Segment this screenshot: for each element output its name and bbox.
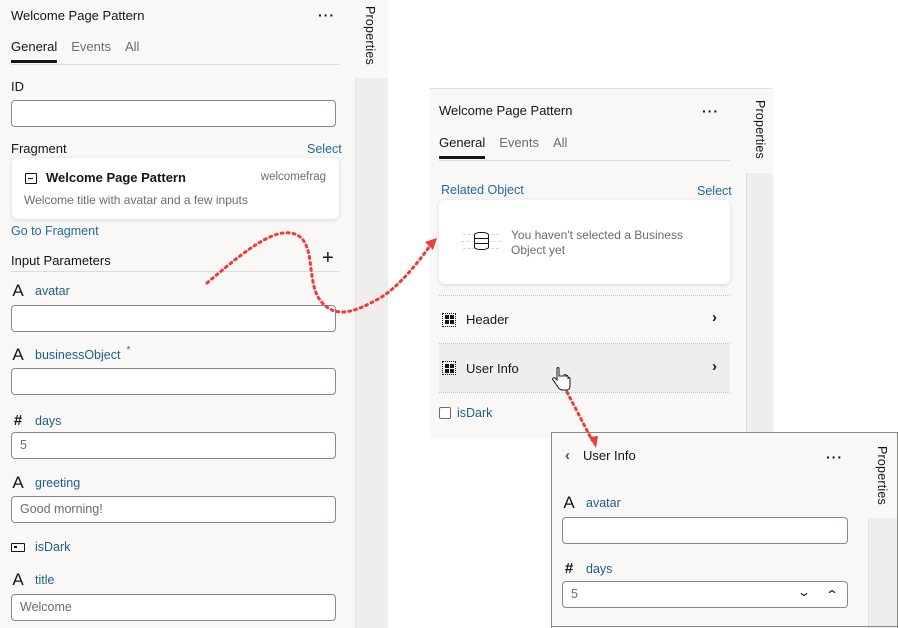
param-greeting-label: A greeting bbox=[12, 473, 81, 492]
container-icon bbox=[442, 312, 456, 327]
text-type-icon: A bbox=[12, 570, 24, 589]
text-type-icon: A bbox=[12, 473, 24, 492]
boolean-type-icon bbox=[11, 542, 25, 552]
database-icon bbox=[461, 224, 501, 260]
related-object-label: Related Object bbox=[441, 183, 524, 197]
detail-bottom-border bbox=[551, 626, 898, 627]
tab-general[interactable]: General bbox=[11, 39, 58, 63]
tab-events[interactable]: Events bbox=[71, 39, 111, 63]
number-type-icon: # bbox=[564, 560, 574, 577]
container-icon bbox=[442, 361, 456, 375]
tab-divider bbox=[439, 160, 730, 161]
param-businessobject-label: A businessObject * bbox=[12, 344, 131, 364]
empty-message: You haven't selected a Business Object y… bbox=[511, 228, 683, 257]
chevron-right-icon[interactable]: › bbox=[712, 358, 717, 375]
section-user-info[interactable]: User Info bbox=[439, 344, 730, 392]
more-options-icon[interactable]: ··· bbox=[702, 104, 719, 118]
input-parameters-label: Input Parameters bbox=[11, 253, 111, 268]
detail-title: User Info bbox=[583, 448, 636, 463]
param-isdark-label[interactable]: isDark bbox=[11, 540, 70, 554]
section-header[interactable]: Header bbox=[439, 296, 730, 343]
related-object-select-link[interactable]: Select bbox=[697, 184, 732, 198]
text-type-icon: A bbox=[12, 281, 24, 300]
text-type-icon: A bbox=[563, 493, 575, 512]
required-marker: * bbox=[126, 344, 131, 356]
section-divider bbox=[439, 392, 730, 393]
tab-events[interactable]: Events bbox=[499, 135, 539, 159]
text-type-icon: A bbox=[12, 345, 24, 364]
properties-side-tab[interactable]: Properties bbox=[875, 446, 889, 505]
left-tabs: General Events All bbox=[11, 39, 139, 63]
tab-general[interactable]: General bbox=[439, 135, 486, 159]
more-options-icon[interactable]: ··· bbox=[826, 450, 843, 464]
fragment-card[interactable]: Welcome Page Pattern welcomefrag Welcome… bbox=[12, 158, 339, 219]
checkbox[interactable] bbox=[439, 407, 451, 419]
detail-avatar-input[interactable] bbox=[562, 517, 848, 544]
input-parameters-divider bbox=[11, 271, 340, 272]
increment-icon[interactable]: ⌃ bbox=[825, 588, 839, 602]
detail-side-track bbox=[868, 518, 897, 628]
properties-side-tab[interactable]: Properties bbox=[363, 6, 377, 65]
left-side-track bbox=[355, 78, 388, 628]
param-title-label: A title bbox=[12, 570, 55, 589]
fragment-label: Fragment bbox=[11, 141, 67, 156]
fragment-id: welcomefrag bbox=[260, 171, 326, 183]
businessobject-input[interactable] bbox=[11, 368, 336, 395]
greeting-input[interactable]: Good morning! bbox=[11, 496, 336, 523]
go-to-fragment-link[interactable]: Go to Fragment bbox=[11, 224, 99, 238]
fragment-name: Welcome Page Pattern bbox=[46, 170, 186, 185]
chevron-right-icon[interactable]: › bbox=[712, 309, 717, 326]
panel-title: Welcome Page Pattern bbox=[11, 8, 145, 23]
detail-days-input[interactable]: 5 ⌄ ⌃ bbox=[562, 581, 848, 608]
fragment-select-link[interactable]: Select bbox=[307, 142, 342, 156]
empty-business-object-card: You haven't selected a Business Object y… bbox=[439, 200, 730, 284]
panel-title: Welcome Page Pattern bbox=[439, 103, 573, 118]
param-avatar-label: A avatar bbox=[12, 281, 70, 300]
tab-divider bbox=[11, 64, 340, 65]
fragment-description: Welcome title with avatar and a few inpu… bbox=[24, 193, 248, 207]
days-input[interactable]: 5 bbox=[11, 432, 336, 459]
chevron-left-icon[interactable]: ‹ bbox=[565, 447, 570, 464]
tab-all[interactable]: All bbox=[125, 39, 139, 63]
param-days-label: # days bbox=[11, 412, 62, 429]
detail-param-avatar-label: A avatar bbox=[563, 493, 621, 512]
middle-tabs: General Events All bbox=[439, 135, 567, 159]
more-options-icon[interactable]: ··· bbox=[318, 8, 335, 22]
fragment-icon bbox=[25, 173, 37, 184]
isdark-checkbox-row[interactable]: isDark bbox=[439, 406, 492, 420]
avatar-input[interactable] bbox=[11, 305, 336, 332]
tab-all[interactable]: All bbox=[553, 135, 567, 159]
id-input[interactable] bbox=[11, 100, 336, 127]
middle-side-track bbox=[746, 173, 773, 438]
title-input[interactable]: Welcome bbox=[11, 594, 336, 621]
plus-icon[interactable]: + bbox=[322, 248, 334, 268]
id-label: ID bbox=[11, 79, 24, 94]
properties-side-tab[interactable]: Properties bbox=[753, 100, 767, 159]
detail-param-days-label: # days bbox=[562, 560, 613, 577]
number-type-icon: # bbox=[13, 412, 23, 429]
decrement-icon[interactable]: ⌄ bbox=[797, 585, 811, 599]
